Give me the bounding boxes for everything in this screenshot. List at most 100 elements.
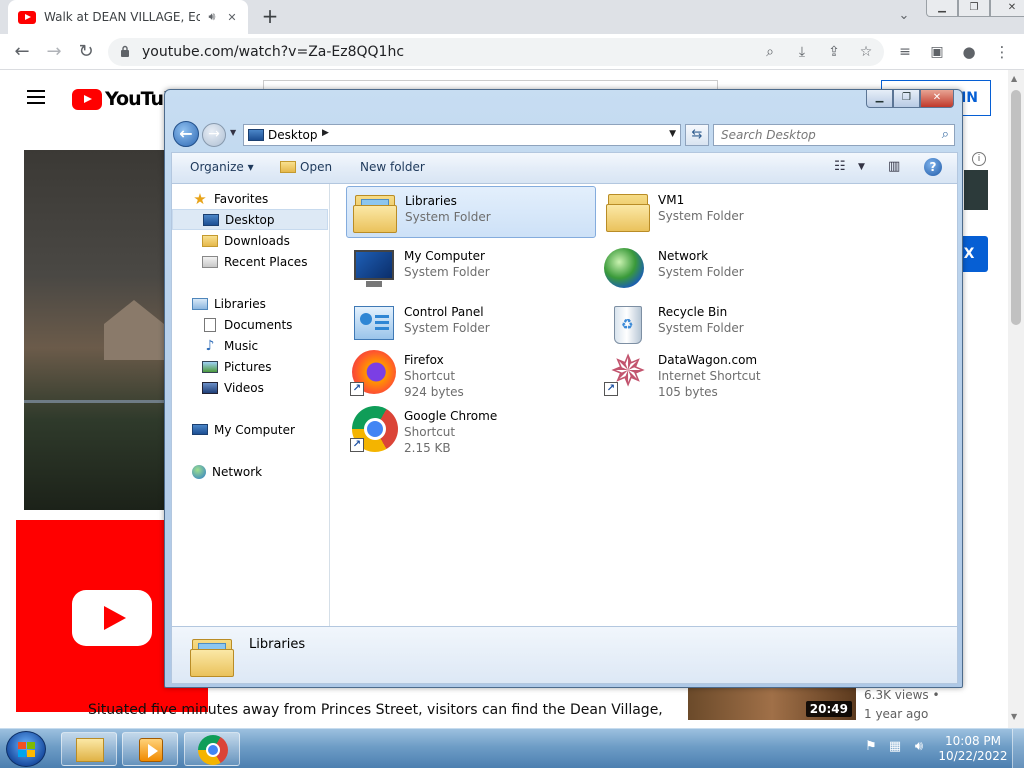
search-icon[interactable]: ⌕ [942, 127, 949, 142]
new-folder-button[interactable]: New folder [360, 160, 425, 174]
new-tab-button[interactable]: + [258, 5, 282, 29]
file-item-vm1[interactable]: VM1 System Folder [600, 186, 850, 238]
libraries-folder-icon [351, 189, 399, 237]
bookmark-star-icon[interactable]: ☆ [856, 42, 876, 62]
kebab-menu-icon[interactable]: ⋮ [990, 40, 1014, 64]
install-app-icon[interactable]: ⤓ [792, 42, 812, 62]
profile-avatar-icon[interactable]: ● [957, 40, 981, 64]
file-item-libraries[interactable]: Libraries System Folder [346, 186, 596, 238]
nav-my-computer[interactable]: My Computer [172, 419, 328, 440]
chrome-icon: ↗ [350, 404, 398, 452]
explorer-search-input[interactable]: Search Desktop ⌕ [713, 124, 955, 146]
taskbar-media-player-button[interactable] [122, 732, 178, 766]
file-item-control-panel[interactable]: Control Panel System Folder [346, 298, 596, 350]
chrome-icon [198, 735, 228, 765]
nav-libraries[interactable]: Libraries [172, 293, 328, 314]
nav-pictures[interactable]: Pictures [172, 356, 328, 377]
forward-button[interactable]: → [202, 123, 226, 147]
system-tray: ⚑ ▦ 🔊︎ [862, 739, 928, 754]
firefox-icon: ↗ [350, 348, 398, 396]
pictures-icon [202, 360, 218, 373]
file-item-recycle-bin[interactable]: Recycle BinSystem Folder [600, 298, 850, 350]
scroll-up-icon[interactable]: ▲ [1011, 74, 1017, 83]
info-icon[interactable]: i [972, 152, 986, 166]
music-note-icon: ♪ [205, 337, 215, 354]
address-bar[interactable]: youtube.com/watch?v=Za-Ez8QQ1hc ⌕ ⤓ ⇪ ☆ [108, 38, 884, 66]
taskbar-explorer-button[interactable] [61, 732, 117, 766]
show-desktop-button[interactable] [1012, 729, 1024, 768]
close-tab-icon[interactable]: ✕ [224, 11, 240, 24]
back-arrow-icon[interactable]: ← [10, 40, 34, 64]
breadcrumb-chevron-icon[interactable]: ▶ [322, 128, 329, 138]
back-button[interactable]: ← [173, 121, 199, 147]
ad-thumbnail[interactable] [964, 170, 988, 210]
taskbar-clock[interactable]: 10:08 PM 10/22/2022 [938, 734, 1008, 764]
browser-tab-youtube[interactable]: Walk at DEAN VILLAGE, Edin 🔊︎ ✕ [8, 0, 248, 34]
star-icon: ★ [193, 189, 207, 208]
nav-documents[interactable]: Documents [172, 314, 328, 335]
nav-desktop[interactable]: Desktop [172, 209, 328, 230]
nav-favorites[interactable]: ★ Favorites [172, 188, 328, 209]
recent-pages-dropdown-icon[interactable]: ▼ [230, 128, 236, 137]
recommended-video-thumbnail[interactable]: 20:49 [688, 686, 856, 720]
browser-window-controls: ▁ ❐ ✕ [926, 0, 1024, 18]
action-center-icon[interactable]: ⚑ [862, 739, 880, 754]
shortcut-arrow-icon: ↗ [350, 382, 364, 396]
speaker-mute-icon[interactable]: 🔊︎ [204, 10, 220, 24]
reload-icon[interactable]: ↻ [74, 40, 98, 64]
file-item-network[interactable]: Network System Folder [600, 242, 850, 294]
explorer-maximize-button[interactable]: ❐ [893, 90, 920, 108]
nav-network[interactable]: Network [172, 461, 328, 482]
page-scrollbar[interactable]: ▲ ▼ [1008, 70, 1024, 728]
hamburger-menu-icon[interactable] [27, 90, 45, 106]
file-item-google-chrome[interactable]: ↗ Google Chrome Shortcut 2.15 KB [346, 402, 596, 470]
scrollbar-thumb[interactable] [1011, 90, 1021, 325]
documents-icon [204, 317, 216, 332]
open-button[interactable]: Open [280, 160, 332, 174]
restore-button[interactable]: ❐ [958, 0, 990, 17]
start-button[interactable] [6, 731, 46, 767]
explorer-body: ★ Favorites Desktop Downloads Recent Plac… [171, 184, 958, 626]
close-window-button[interactable]: ✕ [990, 0, 1024, 17]
clock-time: 10:08 PM [945, 734, 1001, 748]
file-item-datawagon[interactable]: ✵ ↗ DataWagon.com Internet Shortcut 105 byt… [600, 346, 850, 414]
media-controls-icon[interactable]: ≡ [893, 40, 917, 64]
help-icon[interactable]: ? [924, 158, 942, 176]
tab-search-chevron-icon[interactable]: ⌄ [894, 8, 914, 26]
nav-music[interactable]: ♪ Music [172, 335, 328, 356]
downloads-folder-icon [202, 234, 218, 247]
nav-recent-places[interactable]: Recent Places [172, 251, 328, 272]
video-description: Situated five minutes away from Princes … [88, 702, 668, 718]
network-tray-icon[interactable]: ▦ [886, 739, 904, 754]
zoom-search-icon[interactable]: ⌕ [760, 42, 780, 62]
url-text[interactable]: youtube.com/watch?v=Za-Ez8QQ1hc [142, 44, 404, 60]
video-duration: 20:49 [805, 701, 852, 717]
windows-logo-icon [18, 742, 35, 757]
view-options-dropdown-icon[interactable]: ▼ [858, 162, 865, 180]
preview-pane-icon[interactable]: ▥ [888, 159, 900, 177]
side-panel-icon[interactable]: ▣ [925, 40, 949, 64]
forward-arrow-icon[interactable]: → [42, 40, 66, 64]
breadcrumb-desktop[interactable]: Desktop [268, 128, 318, 142]
nav-downloads[interactable]: Downloads [172, 230, 328, 251]
volume-icon[interactable]: 🔊︎ [910, 739, 928, 754]
video-player[interactable] [24, 150, 166, 510]
explorer-address-bar[interactable]: Desktop ▶ ▼ [243, 124, 681, 146]
user-folder-icon [604, 188, 652, 236]
nav-videos[interactable]: Videos [172, 377, 328, 398]
explorer-minimize-button[interactable]: ▁ [866, 90, 893, 108]
refresh-button[interactable]: ⇆ [685, 124, 709, 146]
address-dropdown-icon[interactable]: ▼ [669, 129, 676, 139]
minimize-button[interactable]: ▁ [926, 0, 958, 17]
scroll-down-icon[interactable]: ▼ [1011, 712, 1017, 721]
taskbar-chrome-button[interactable] [184, 732, 240, 766]
change-view-icon[interactable]: ☷ [834, 159, 846, 177]
details-selected-name: Libraries [249, 637, 306, 652]
folder-icon [280, 161, 296, 173]
recommended-video-age: 1 year ago [864, 707, 929, 721]
network-globe-icon [192, 464, 206, 479]
file-item-my-computer[interactable]: My Computer System Folder [346, 242, 596, 294]
organize-button[interactable]: Organize ▾ [190, 160, 254, 174]
explorer-close-button[interactable]: ✕ [920, 90, 954, 108]
share-icon[interactable]: ⇪ [824, 42, 844, 62]
